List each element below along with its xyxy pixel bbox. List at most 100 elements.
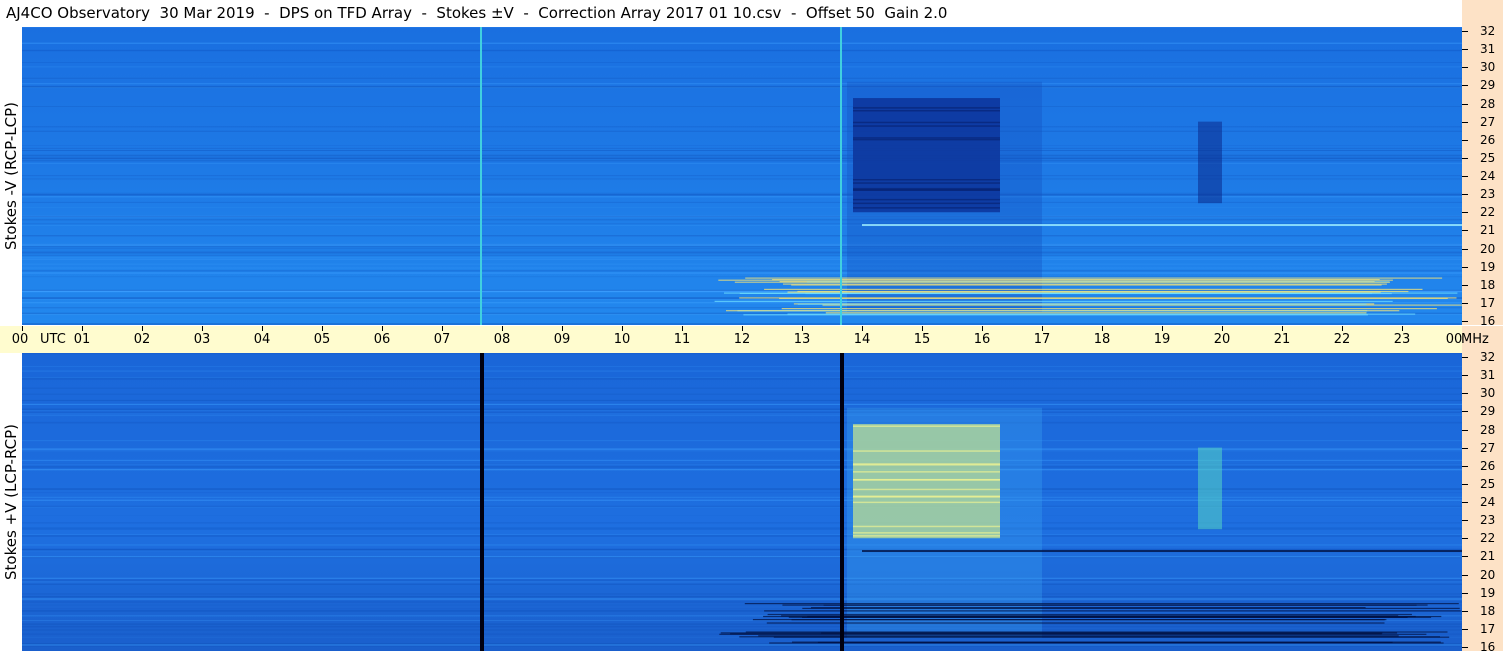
frequency-tick-mark <box>1462 592 1468 594</box>
frequency-tick-mark <box>1462 483 1468 485</box>
noise-band <box>22 399 1462 401</box>
frequency-tick-mark <box>1462 157 1468 159</box>
noise-band <box>22 450 1462 452</box>
noise-band <box>22 130 1462 132</box>
bottom-frequency-axis: 32 31 30 29 28 27 26 25 24 23 22 21 20 19 18 17 16 <box>1462 350 1503 654</box>
frequency-tick-label: 30 <box>1480 60 1496 75</box>
noise-band <box>22 496 1462 498</box>
noise-band <box>22 596 1462 597</box>
frequency-tick-mark <box>1462 31 1468 32</box>
frequency-tick-label: 19 <box>1480 585 1496 600</box>
noise-band <box>22 544 1462 546</box>
time-tick-label: 19 <box>1153 332 1171 347</box>
noise-band <box>22 488 1462 490</box>
axis-corner <box>1462 0 1503 27</box>
frequency-tick-label: 25 <box>1480 476 1496 491</box>
emission-region <box>1198 447 1222 530</box>
top-spectrogram <box>22 27 1462 325</box>
noise-band <box>22 163 1462 164</box>
noise-band <box>22 387 1462 389</box>
frequency-tick-label: 22 <box>1480 531 1496 546</box>
rfi-line <box>758 635 1399 637</box>
frequency-tick-label: 32 <box>1480 350 1496 364</box>
noise-band <box>22 556 1462 559</box>
frequency-tick-mark <box>1462 266 1468 268</box>
noise-band <box>22 410 1462 412</box>
time-tick-label: 10 <box>613 332 631 347</box>
noise-band <box>22 463 1462 465</box>
frequency-tick-mark <box>1462 647 1468 648</box>
noise-band <box>22 353 1462 355</box>
frequency-tick-mark <box>1462 538 1468 540</box>
noise-band <box>22 577 1462 579</box>
time-axis: UTC 00 01 02 03 04 05 06 07 08 09 10 11 12 13 14 15 16 17… <box>0 326 1463 353</box>
time-tick-label: 21 <box>1273 332 1291 347</box>
frequency-tick-label: 27 <box>1480 440 1496 455</box>
time-tick-label: 00 <box>11 332 29 347</box>
noise-band <box>22 246 1462 248</box>
frequency-tick-mark <box>1462 49 1468 51</box>
noise-band <box>22 598 1462 600</box>
noise-band <box>22 625 1462 628</box>
frequency-tick-label: 20 <box>1480 241 1496 256</box>
noise-band <box>22 534 1462 536</box>
noise-band <box>22 597 1462 599</box>
rfi-line <box>739 297 1457 299</box>
noise-band <box>22 196 1462 198</box>
noise-band <box>22 601 1462 602</box>
noise-band <box>22 522 1462 524</box>
noise-band <box>22 414 1462 417</box>
frequency-tick-mark <box>1462 284 1468 286</box>
frequency-tick-mark <box>1462 574 1468 576</box>
emission-streak <box>853 535 1000 537</box>
noise-band <box>22 289 1462 291</box>
noise-band <box>22 466 1462 468</box>
frequency-tick-label: 31 <box>1480 42 1496 57</box>
noise-band <box>22 160 1462 162</box>
noise-band <box>22 77 1462 79</box>
frequency-tick-label: 24 <box>1480 169 1496 183</box>
rfi-line <box>764 288 1423 290</box>
bottom-spectrogram <box>22 353 1462 651</box>
bottom-spectrogram-plot <box>22 353 1462 651</box>
time-tick-label: 03 <box>193 332 211 347</box>
noise-band <box>22 154 1462 157</box>
rfi-line <box>791 619 1385 621</box>
noise-band <box>22 411 1462 413</box>
frequency-tick-label: 19 <box>1480 259 1496 274</box>
time-tick-label: 14 <box>853 332 871 347</box>
frequency-tick-label: 21 <box>1480 223 1496 238</box>
noise-band <box>22 581 1462 583</box>
time-tick-label: 00 <box>1445 332 1463 347</box>
frequency-tick-mark <box>1462 393 1468 395</box>
emission-streak <box>853 125 1000 127</box>
noise-band <box>22 601 1462 603</box>
noise-band <box>22 178 1462 180</box>
noise-band <box>22 150 1462 151</box>
noise-band <box>22 256 1462 258</box>
top-panel-ylabel-text: Stokes -V (RCP-LCP) <box>2 102 20 250</box>
time-tick-label: 04 <box>253 332 271 347</box>
emission-halo <box>847 81 1042 312</box>
rfi-line <box>714 300 1393 302</box>
rfi-line <box>719 633 1427 635</box>
noise-band <box>22 469 1462 471</box>
frequency-tick-mark <box>1462 429 1468 431</box>
time-tick-label: 22 <box>1333 332 1351 347</box>
calibration-line <box>480 353 484 651</box>
frequency-tick-mark <box>1462 212 1468 214</box>
frequency-tick-label: 32 <box>1480 24 1496 38</box>
emission-streak <box>853 138 1000 141</box>
frequency-tick-label: 20 <box>1480 567 1496 582</box>
noise-band <box>22 254 1462 256</box>
frequency-tick-label: 21 <box>1480 549 1496 564</box>
rfi-line <box>797 303 1367 305</box>
frequency-tick-mark <box>1462 447 1468 449</box>
frequency-tick-label: 16 <box>1480 314 1496 328</box>
rfi-line <box>744 603 1459 605</box>
frequency-tick-label: 31 <box>1480 368 1496 383</box>
frequency-tick-mark <box>1462 610 1468 612</box>
top-frequency-axis: 32 31 30 29 28 27 26 25 24 23 22 21 20 19 18 17 16 <box>1462 24 1503 328</box>
noise-band <box>22 267 1462 269</box>
time-tick-label: 15 <box>913 332 931 347</box>
